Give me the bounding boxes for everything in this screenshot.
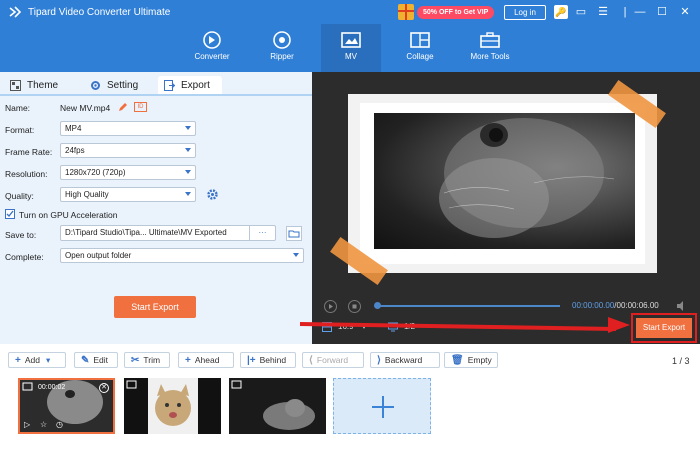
add-button[interactable]: + Add ▾ — [8, 352, 66, 368]
edit-icon: ✎ — [81, 354, 90, 366]
chevron-down-icon — [185, 148, 191, 152]
stop-icon[interactable] — [348, 300, 361, 313]
backward-icon: ⟩ — [377, 354, 381, 366]
annotation-arrow-head — [608, 317, 630, 333]
chevron-down-icon — [185, 170, 191, 174]
tab-export[interactable]: Export — [158, 76, 222, 94]
effects-icon[interactable]: ☆ — [40, 420, 47, 429]
framerate-label: Frame Rate: — [5, 147, 53, 157]
resolution-label: Resolution: — [5, 169, 48, 179]
plus-icon: + — [15, 354, 21, 366]
tab-theme[interactable]: Theme — [10, 76, 80, 94]
tab-underline — [0, 94, 312, 96]
main-nav: Converter Ripper MV Collage More Tools — [0, 24, 700, 72]
timeline-clip[interactable]: 00:00:02 ✕ ▷ ☆ ◷ — [18, 378, 115, 434]
nav-collage[interactable]: Collage — [390, 24, 450, 72]
export-icon — [164, 79, 176, 91]
chevron-down-icon — [293, 253, 299, 257]
app-logo-icon — [8, 5, 22, 19]
converter-icon — [201, 30, 223, 50]
toolbox-icon — [479, 30, 501, 50]
mv-icon — [340, 30, 362, 50]
quality-select[interactable]: High Quality — [60, 187, 196, 202]
play-icon[interactable]: ▷ — [24, 420, 30, 429]
start-export-highlight: Start Export — [631, 313, 697, 343]
quality-settings-gear-icon[interactable] — [206, 188, 219, 201]
quality-label: Quality: — [5, 191, 34, 201]
trash-icon: 🗑 — [451, 354, 464, 366]
complete-label: Complete: — [5, 252, 44, 262]
forward-icon: ⟨ — [309, 354, 313, 366]
scissors-icon: ✂ — [131, 354, 140, 366]
volume-icon[interactable] — [676, 300, 688, 312]
pencil-icon[interactable] — [118, 101, 128, 113]
nav-converter[interactable]: Converter — [182, 24, 242, 72]
promo-badge[interactable]: 50% OFF to Get VIP — [417, 5, 495, 19]
tab-setting[interactable]: Setting — [90, 76, 156, 94]
progress-track[interactable] — [376, 305, 560, 307]
chevron-down-icon: ▾ — [45, 354, 51, 365]
edit-button[interactable]: ✎ Edit — [74, 352, 118, 368]
saveto-label: Save to: — [5, 230, 37, 240]
clip-timeline: 00:00:02 ✕ ▷ ☆ ◷ — [0, 374, 700, 452]
trim-button[interactable]: ✂ Trim — [124, 352, 170, 368]
id-icon[interactable]: ID — [134, 102, 147, 112]
folder-icon[interactable] — [286, 226, 302, 241]
name-label: Name: — [5, 103, 31, 113]
preview-image — [374, 113, 635, 249]
clock-icon[interactable]: ◷ — [56, 420, 63, 429]
maximize-icon[interactable]: ☐ — [655, 5, 669, 19]
gpu-label: Turn on GPU Acceleration — [19, 210, 118, 220]
title-bar: Tipard Video Converter Ultimate — [0, 0, 700, 24]
promo-banner[interactable]: 50% OFF to Get VIP — [398, 4, 495, 20]
behind-button[interactable]: |+ Behind — [240, 352, 296, 368]
gift-icon — [398, 4, 414, 20]
play-icon[interactable] — [324, 300, 337, 313]
minimize-icon[interactable]: — — [633, 5, 647, 19]
timeline-clip[interactable] — [124, 378, 221, 434]
plus-icon: + — [185, 354, 191, 366]
gear-icon — [90, 80, 101, 91]
timeline-clip[interactable] — [229, 378, 326, 434]
chevron-down-icon — [185, 192, 191, 196]
backward-button[interactable]: ⟩ Backward — [370, 352, 440, 368]
start-export-button[interactable]: Start Export — [114, 296, 196, 318]
login-button[interactable]: Log in — [504, 5, 546, 20]
framerate-select[interactable]: 24fps — [60, 143, 196, 158]
saveto-path-field[interactable]: D:\Tipard Studio\Tipa... Ultimate\MV Exp… — [60, 225, 276, 241]
collage-icon — [409, 30, 431, 50]
format-label: Format: — [5, 125, 35, 135]
forward-button[interactable]: ⟨ Forward — [302, 352, 364, 368]
browse-button[interactable]: ··· — [249, 226, 275, 240]
add-clip-slot[interactable] — [333, 378, 431, 434]
close-icon[interactable]: ✕ — [678, 5, 692, 19]
gpu-checkbox[interactable] — [5, 209, 15, 219]
ripper-icon — [271, 30, 293, 50]
chevron-down-icon — [185, 126, 191, 130]
name-value: New MV.mp4 — [60, 103, 111, 113]
chat-icon[interactable]: ▭ — [574, 5, 588, 19]
start-export-preview-button[interactable]: Start Export — [636, 318, 692, 338]
menu-icon[interactable]: ☰ — [596, 5, 610, 19]
nav-more-tools[interactable]: More Tools — [460, 24, 520, 72]
page-count: 1 / 3 — [672, 356, 690, 366]
nav-ripper[interactable]: Ripper — [252, 24, 312, 72]
empty-button[interactable]: 🗑 Empty — [444, 352, 498, 368]
ahead-button[interactable]: + Ahead — [178, 352, 234, 368]
complete-select[interactable]: Open output folder — [60, 248, 304, 263]
time-readout: 00:00:00.00/00:00:06.00 — [572, 301, 659, 310]
theme-icon — [10, 79, 21, 91]
app-title: Tipard Video Converter Ultimate — [28, 6, 171, 18]
add-behind-icon: |+ — [247, 354, 256, 366]
format-select[interactable]: MP4 — [60, 121, 196, 136]
key-icon[interactable]: 🔑 — [554, 5, 568, 19]
divider-icon: | — [623, 6, 627, 18]
remove-clip-icon[interactable]: ✕ — [99, 383, 109, 393]
clip-toolbar: + Add ▾ ✎ Edit ✂ Trim + Ahead |+ Behind … — [0, 344, 700, 374]
nav-mv[interactable]: MV — [321, 24, 381, 72]
resolution-select[interactable]: 1280x720 (720p) — [60, 165, 196, 180]
